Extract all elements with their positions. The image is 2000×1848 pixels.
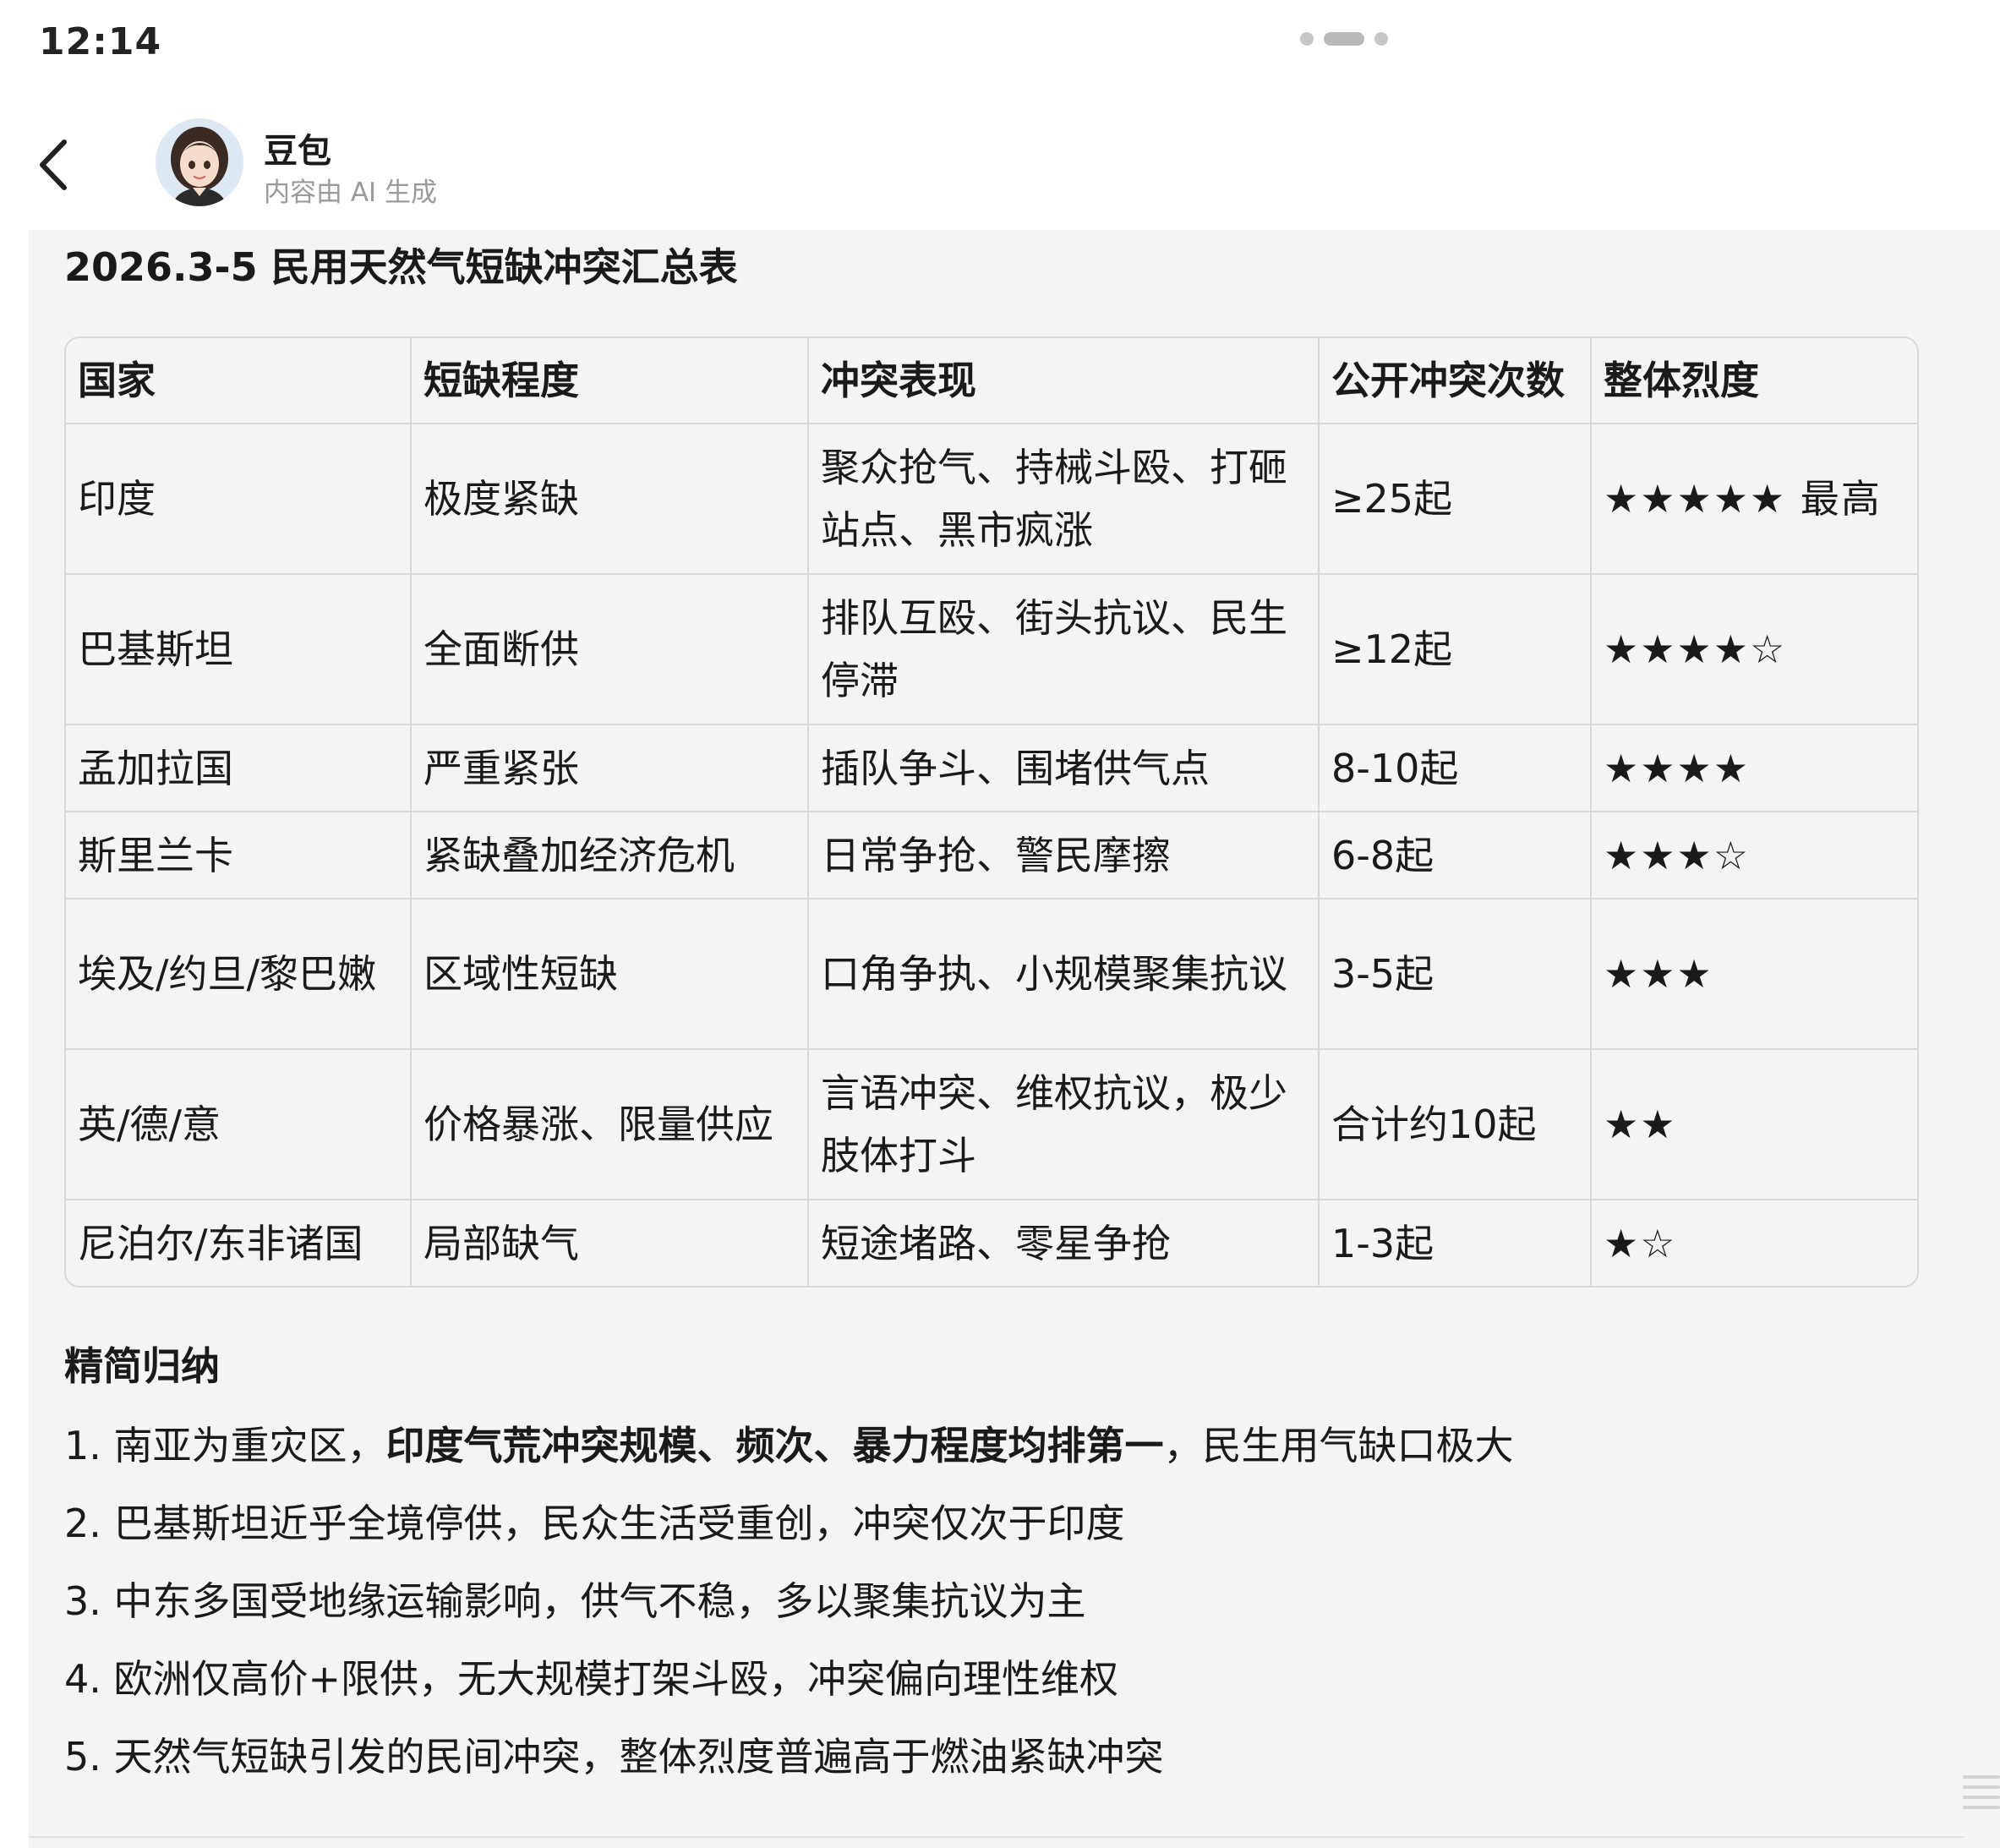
cell-count: ≥12起 <box>1319 574 1592 725</box>
cell-country: 埃及/约旦/黎巴嫩 <box>66 899 412 1050</box>
summary-text: 3. 中东多国受地缘运输影响，供气不稳，多以聚集抗议为主 <box>64 1578 1086 1624</box>
cell-country: 巴基斯坦 <box>66 574 412 725</box>
cell-intensity: ★★★★★ 最高 <box>1591 424 1917 575</box>
cell-country: 印度 <box>66 424 412 575</box>
cell-behavior: 言语冲突、维权抗议，极少肢体打斗 <box>808 1049 1320 1200</box>
page-dot <box>1374 32 1388 46</box>
table-row: 印度 极度紧缺 聚众抢气、持械斗殴、打砸站点、黑市疯涨 ≥25起 ★★★★★ 最… <box>66 424 1917 575</box>
header-count: 公开冲突次数 <box>1319 338 1592 424</box>
bot-name: 豆包 <box>264 132 331 171</box>
summary-item: 3. 中东多国受地缘运输影响，供气不稳，多以聚集抗议为主 <box>64 1562 1966 1640</box>
ai-disclaimer: 内容由 AI 生成 <box>264 178 438 208</box>
summary-text: 5. 天然气短缺引发的民间冲突，整体烈度普遍高于燃油紧缺冲突 <box>64 1734 1164 1780</box>
summary-text: ，民生用气缺口极大 <box>1163 1423 1514 1468</box>
cell-intensity: ★☆ <box>1604 1220 1677 1266</box>
cell-count: 1-3起 <box>1319 1200 1592 1286</box>
divider <box>29 1836 1964 1838</box>
cell-count: ≥25起 <box>1319 424 1592 575</box>
cell-behavior: 短途堵路、零星争抢 <box>808 1200 1320 1286</box>
header-intensity: 整体烈度 <box>1591 338 1917 424</box>
summary-text: 2. 巴基斯坦近乎全境停供，民众生活受重创，冲突仅次于印度 <box>64 1501 1125 1546</box>
table-row: 尼泊尔/东非诸国 局部缺气 短途堵路、零星争抢 1-3起 ★☆ <box>66 1200 1917 1286</box>
summary-list: 1. 南亚为重灾区，印度气荒冲突规模、频次、暴力程度均排第一，民生用气缺口极大 … <box>64 1407 1966 1796</box>
cell-behavior: 口角争执、小规模聚集抗议 <box>808 899 1320 1050</box>
cell-intensity: ★★★★ <box>1591 724 1917 812</box>
cell-severity: 区域性短缺 <box>411 899 809 1050</box>
message-content: 2026.3-5 民用天然气短缺冲突汇总表 国家 短缺程度 冲突表现 公开冲突次… <box>29 230 2000 1848</box>
cell-count: 3-5起 <box>1319 899 1592 1050</box>
cell-intensity: ★★★★☆ <box>1591 574 1917 725</box>
page-dot-active <box>1324 32 1364 46</box>
summary-title: 精简归纳 <box>64 1343 220 1389</box>
cell-behavior: 排队互殴、街头抗议、民生停滞 <box>808 574 1320 725</box>
scroll-lines-icon[interactable] <box>1959 1769 2000 1816</box>
summary-text: 1. 南亚为重灾区， <box>64 1423 386 1468</box>
summary-highlight: 印度气荒冲突规模、频次、暴力程度均排第一 <box>385 1423 1164 1468</box>
cell-count: 合计约10起 <box>1319 1049 1592 1200</box>
cell-severity: 全面断供 <box>411 574 809 725</box>
table-row: 埃及/约旦/黎巴嫩 区域性短缺 口角争执、小规模聚集抗议 3-5起 ★★★ <box>66 899 1917 1050</box>
summary-text: 4. 欧洲仅高价+限供，无大规模打架斗殴，冲突偏向理性维权 <box>64 1656 1119 1702</box>
table-row: 英/德/意 价格暴涨、限量供应 言语冲突、维权抗议，极少肢体打斗 合计约10起 … <box>66 1049 1917 1200</box>
page-dot <box>1300 32 1314 46</box>
cell-behavior: 日常争抢、警民摩擦 <box>808 812 1320 899</box>
cell-count: 8-10起 <box>1319 724 1592 812</box>
chat-header: 豆包 内容由 AI 生成 <box>0 101 2000 220</box>
cell-severity: 严重紧张 <box>411 724 809 812</box>
summary-item: 5. 天然气短缺引发的民间冲突，整体烈度普遍高于燃油紧缺冲突 <box>64 1718 1966 1796</box>
table-row: 孟加拉国 严重紧张 插队争斗、围堵供气点 8-10起 ★★★★ <box>66 724 1917 812</box>
back-button[interactable] <box>30 135 81 194</box>
bot-avatar[interactable] <box>156 118 243 206</box>
cell-country: 尼泊尔/东非诸国 <box>66 1200 412 1286</box>
status-bar: 12:14 <box>0 0 2000 93</box>
avatar-illustration <box>156 118 243 206</box>
cell-severity: 价格暴涨、限量供应 <box>411 1049 809 1200</box>
header-severity: 短缺程度 <box>411 338 809 424</box>
table-row: 巴基斯坦 全面断供 排队互殴、街头抗议、民生停滞 ≥12起 ★★★★☆ <box>66 574 1917 725</box>
status-time: 12:14 <box>39 20 162 63</box>
summary-table: 国家 短缺程度 冲突表现 公开冲突次数 整体烈度 印度 极度紧缺 聚众抢气、持械… <box>64 336 1919 1288</box>
cell-country: 孟加拉国 <box>66 724 412 812</box>
header-country: 国家 <box>66 338 412 424</box>
summary-item: 2. 巴基斯坦近乎全境停供，民众生活受重创，冲突仅次于印度 <box>64 1484 1966 1562</box>
cell-count: 6-8起 <box>1319 812 1592 899</box>
cell-country: 斯里兰卡 <box>66 812 412 899</box>
cell-severity: 紧缺叠加经济危机 <box>411 812 809 899</box>
cell-severity: 极度紧缺 <box>411 424 809 575</box>
cell-behavior: 插队争斗、围堵供气点 <box>808 724 1320 812</box>
summary-item: 4. 欧洲仅高价+限供，无大规模打架斗殴，冲突偏向理性维权 <box>64 1640 1966 1718</box>
cell-intensity: ★★★☆ <box>1591 812 1917 899</box>
table-row: 斯里兰卡 紧缺叠加经济危机 日常争抢、警民摩擦 6-8起 ★★★☆ <box>66 812 1917 899</box>
cell-intensity: ★★★ <box>1591 899 1917 1050</box>
cell-intensity: ★★ <box>1591 1049 1917 1200</box>
cell-country: 英/德/意 <box>66 1049 412 1200</box>
table-title: 2026.3-5 民用天然气短缺冲突汇总表 <box>64 244 738 290</box>
summary-item: 1. 南亚为重灾区，印度气荒冲突规模、频次、暴力程度均排第一，民生用气缺口极大 <box>64 1407 1966 1484</box>
cell-severity: 局部缺气 <box>411 1200 809 1286</box>
page-indicator <box>1300 32 1388 46</box>
table-header-row: 国家 短缺程度 冲突表现 公开冲突次数 整体烈度 <box>66 338 1917 424</box>
header-behavior: 冲突表现 <box>808 338 1320 424</box>
cell-behavior: 聚众抢气、持械斗殴、打砸站点、黑市疯涨 <box>808 424 1320 575</box>
chevron-left-icon <box>40 139 67 190</box>
